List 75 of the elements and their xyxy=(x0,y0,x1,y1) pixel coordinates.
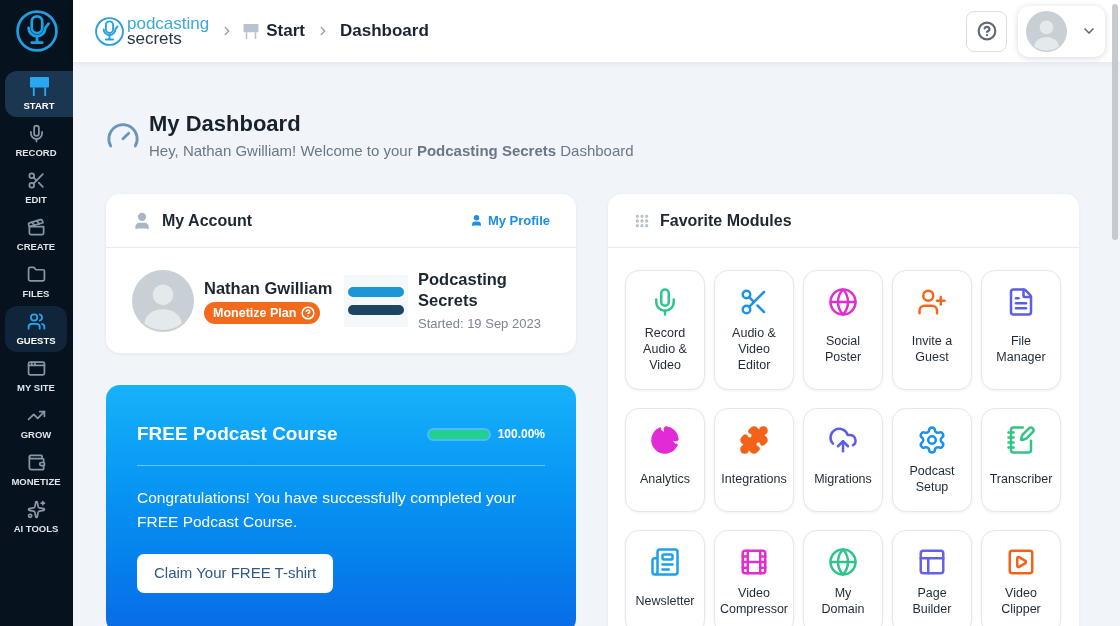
gear-icon xyxy=(917,425,947,455)
video-play-icon xyxy=(1006,547,1036,577)
person-icon xyxy=(469,214,483,227)
logo-text: podcasting xyxy=(127,16,210,31)
sparkles-icon xyxy=(26,500,46,519)
notebook-pen-icon xyxy=(1006,425,1036,455)
module-tile[interactable]: Migrations xyxy=(803,408,883,512)
scrollbar-thumb[interactable] xyxy=(1112,4,1118,240)
module-tile[interactable]: Invite a Guest xyxy=(892,270,972,390)
clapperboard-icon xyxy=(26,218,46,237)
sidebar-item[interactable]: AI TOOLS xyxy=(5,494,67,540)
card-title: My Account xyxy=(162,210,253,231)
module-tile[interactable]: Transcriber xyxy=(981,408,1061,512)
claim-tshirt-button[interactable]: Claim Your FREE T-shirt xyxy=(137,554,334,593)
users-icon xyxy=(26,312,46,331)
app-logo xyxy=(15,10,58,52)
sidebar-item[interactable]: START xyxy=(5,71,73,117)
browser-window-icon xyxy=(26,359,46,378)
avatar-placeholder xyxy=(1026,10,1067,52)
account-menu-button[interactable] xyxy=(1018,5,1105,57)
module-tile[interactable]: Newsletter xyxy=(625,530,705,626)
sidebar-item[interactable]: GUESTS xyxy=(5,306,67,352)
signboard-icon xyxy=(243,23,260,39)
start-date: Started: 19 Sep 2023 xyxy=(418,315,541,332)
sidebar-item[interactable]: CREATE xyxy=(5,212,67,258)
globe-icon xyxy=(828,547,858,577)
course-message: Congratulations! You have successfully completed your FREE Podcast Course. xyxy=(137,488,518,532)
module-tile[interactable]: Video Compressor xyxy=(714,530,794,626)
globe-icon xyxy=(828,287,858,317)
help-button[interactable] xyxy=(966,10,1007,52)
user-name: Nathan Gwilliam xyxy=(204,278,333,299)
card-title: Favorite Modules xyxy=(660,210,792,231)
module-tile[interactable]: Page Builder xyxy=(892,530,972,626)
podcast-name: Podcasting Secrets xyxy=(418,269,508,311)
podcast-logo-image xyxy=(344,274,408,327)
page-subtitle: Hey, Nathan Gwilliam! Welcome to your Podcasting Secrets Dashboard xyxy=(149,141,634,161)
profile-link[interactable]: My Profile xyxy=(469,210,550,231)
cloud-upload-icon xyxy=(828,425,858,455)
avatar-placeholder xyxy=(132,269,194,332)
breadcrumb-current: Dashboard xyxy=(339,20,429,43)
brand-logo xyxy=(95,16,124,46)
module-tile[interactable]: Social Poster xyxy=(803,270,883,390)
wallet-icon xyxy=(26,453,46,472)
user-plus-icon xyxy=(917,287,947,317)
layout-icon xyxy=(917,547,947,577)
breadcrumb-link[interactable]: Start xyxy=(266,18,305,44)
sidebar-item[interactable]: MONETIZE xyxy=(5,447,67,493)
module-tile[interactable]: My Domain xyxy=(803,530,883,626)
scissors-icon xyxy=(26,171,46,190)
sidebar-item[interactable]: EDIT xyxy=(5,165,67,211)
sidebar-item[interactable]: MY SITE xyxy=(5,353,67,399)
module-tile[interactable]: Integrations xyxy=(714,408,794,512)
sidebar-item[interactable]: GROW xyxy=(5,400,67,446)
film-icon xyxy=(739,547,769,577)
person-icon xyxy=(132,210,152,231)
module-tile[interactable]: Video Clipper xyxy=(981,530,1061,626)
module-tile[interactable]: Audio & Video Editor xyxy=(714,270,794,390)
card-title: FREE Podcast Course xyxy=(137,422,338,446)
module-tile[interactable]: Podcast Setup xyxy=(892,408,972,512)
module-tile[interactable]: File Manager xyxy=(981,270,1061,390)
grid-dots-icon xyxy=(634,212,650,229)
module-tile[interactable]: Record Audio & Video xyxy=(625,270,705,390)
sidebar-item[interactable]: RECORD xyxy=(5,118,67,164)
puzzle-icon xyxy=(739,425,769,455)
folder-icon xyxy=(26,265,46,284)
progress-reading: 100.00% xyxy=(497,426,545,443)
newspaper-icon xyxy=(650,547,680,577)
pie-chart-icon xyxy=(650,425,680,455)
page-title: My Dashboard xyxy=(149,110,302,138)
help-icon xyxy=(976,21,997,41)
signboard-icon xyxy=(29,77,49,96)
help-icon xyxy=(301,306,316,320)
logo-text: secrets xyxy=(127,30,182,46)
module-tile[interactable]: Analytics xyxy=(625,408,705,512)
sidebar-item[interactable]: FILES xyxy=(5,259,67,305)
